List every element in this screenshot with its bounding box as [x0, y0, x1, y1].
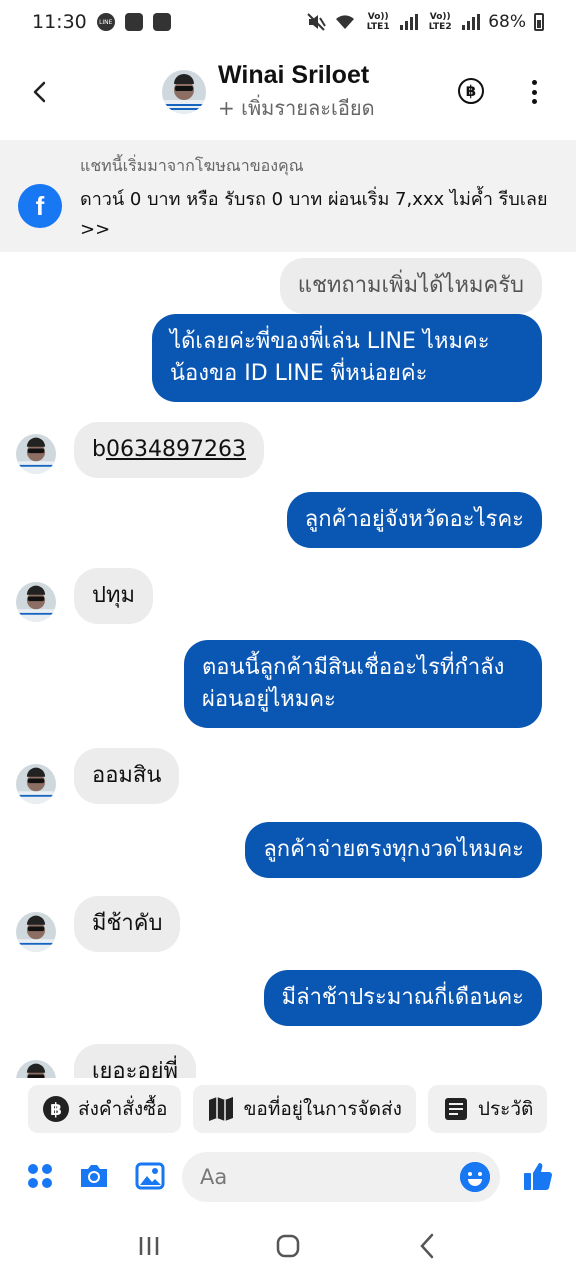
message-text: ตอนนี้ลูกค้ามีสินเชื่ออะไรที่กำลังผ่อนอย…	[202, 655, 505, 712]
more-actions-button[interactable]	[24, 1160, 56, 1192]
sender-avatar[interactable]	[16, 912, 56, 952]
message-text: ลูกค้าจ่ายตรงทุกงวดไหมคะ	[263, 837, 524, 862]
emoji-button[interactable]	[460, 1162, 490, 1192]
add-details-link[interactable]: + เพิ่มรายละเอียด	[218, 92, 375, 124]
message-list[interactable]: แชทถามเพิ่มได้ไหมครับ ได้เลยค่ะพี่ของพี่…	[0, 252, 576, 1078]
message-input[interactable]	[182, 1152, 500, 1202]
line-icon: LINE	[96, 13, 115, 31]
recents-icon	[140, 1237, 159, 1255]
baht-icon: ฿	[42, 1095, 70, 1123]
system-back-button[interactable]	[397, 1222, 457, 1270]
ad-banner-title: แชทนี้เริ่มมาจากโฆษณาของคุณ	[80, 156, 304, 175]
smiley-icon	[460, 1162, 490, 1192]
dot	[531, 80, 537, 85]
message-bubble-incoming[interactable]: มีช้าคับ	[74, 896, 181, 952]
camera-icon	[81, 1165, 107, 1187]
chip-label: ส่งคำสั่งซื้อ	[78, 1098, 168, 1120]
message-text-prefix: b	[92, 437, 106, 462]
message-text: ออมสิน	[92, 763, 162, 788]
phone-number-link[interactable]: 0634897263	[106, 437, 246, 462]
quick-reply-history[interactable]: ประวัติ	[427, 1085, 548, 1133]
sender-avatar[interactable]	[16, 582, 56, 622]
system-nav-bar	[0, 1212, 576, 1280]
message-bubble-outgoing[interactable]: ได้เลยค่ะพี่ของพี่เล่น LINE ไหมคะ น้องขอ…	[152, 314, 542, 402]
quick-reply-shipping-address[interactable]: ขอที่อยู่ในการจัดส่ง	[193, 1085, 416, 1133]
quick-reply-bar[interactable]: ฿ ส่งคำสั่งซื้อ ขอที่อยู่ในการจัดส่ง ประ…	[0, 1078, 576, 1140]
lte1-label: Vo)) LTE1	[366, 12, 390, 32]
document-icon	[442, 1095, 470, 1123]
message-bubble-incoming[interactable]: แชทถามเพิ่มได้ไหมครับ	[279, 258, 542, 314]
thumbs-up-icon	[524, 1163, 552, 1190]
facebook-letter: f	[35, 190, 45, 221]
chip-label: ขอที่อยู่ในการจัดส่ง	[243, 1098, 402, 1120]
ad-banner-body: ดาวน์ 0 บาท หรือ รับรถ 0 บาท ผ่อนเริ่ม 7…	[80, 189, 548, 240]
dot	[531, 99, 537, 104]
message-bubble-incoming[interactable]: ออมสิน	[74, 748, 180, 804]
quick-reply-send-order[interactable]: ฿ ส่งคำสั่งซื้อ	[28, 1085, 182, 1133]
message-bubble-incoming[interactable]: b0634897263	[74, 422, 264, 478]
facebook-icon: f	[18, 184, 62, 228]
more-options-button[interactable]	[522, 78, 546, 106]
ad-source-banner[interactable]: f แชทนี้เริ่มมาจากโฆษณาของคุณ ดาวน์ 0 บา…	[0, 140, 576, 252]
chat-header: Winai Sriloet + เพิ่มรายละเอียด ฿	[0, 44, 576, 140]
home-button[interactable]	[258, 1222, 318, 1270]
image-icon	[135, 1162, 165, 1190]
dot	[531, 89, 537, 95]
message-bubble-outgoing[interactable]: ลูกค้าจ่ายตรงทุกงวดไหมคะ	[245, 822, 542, 878]
home-icon	[276, 1234, 300, 1258]
message-text: มีล่าช้าประมาณกี่เดือนคะ	[281, 985, 524, 1010]
baht-icon: ฿	[465, 82, 477, 100]
message-bubble-outgoing[interactable]: มีล่าช้าประมาณกี่เดือนคะ	[263, 970, 542, 1026]
signal2-icon	[462, 14, 481, 30]
message-text: ได้เลยค่ะพี่ของพี่เล่น LINE ไหมคะ น้องขอ…	[170, 329, 490, 386]
camera-button[interactable]	[78, 1160, 110, 1192]
sender-avatar[interactable]	[16, 764, 56, 804]
status-bar: 11:30 LINE Vo)) LTE1 Vo)) LTE2 68%	[0, 0, 576, 44]
message-text: มีช้าคับ	[92, 911, 163, 936]
svg-text:฿: ฿	[50, 1100, 62, 1120]
payment-button[interactable]: ฿	[458, 78, 484, 104]
sender-avatar[interactable]	[16, 434, 56, 474]
grid-dots-icon	[28, 1164, 52, 1188]
status-time: 11:30	[32, 11, 87, 33]
contact-avatar[interactable]	[162, 70, 206, 114]
back-arrow-icon	[33, 81, 46, 103]
like-button[interactable]	[522, 1160, 554, 1192]
gallery-icon	[124, 13, 143, 31]
back-button[interactable]	[8, 60, 72, 124]
message-bubble-outgoing[interactable]: ตอนนี้ลูกค้ามีสินเชื่ออะไรที่กำลังผ่อนอย…	[184, 640, 542, 728]
message-bubble-incoming[interactable]: ปทุม	[74, 568, 153, 624]
message-bubble-incoming[interactable]: เยอะอยู่พี่	[74, 1044, 197, 1078]
message-bubble-outgoing[interactable]: ลูกค้าอยู่จังหวัดอะไรคะ	[286, 492, 542, 548]
wifi-icon	[336, 15, 355, 29]
message-text: แชทถามเพิ่มได้ไหมครับ	[297, 273, 524, 298]
battery-percent: 68%	[488, 12, 526, 32]
mute-icon	[307, 13, 327, 31]
composer	[0, 1146, 576, 1208]
gallery-button[interactable]	[134, 1160, 166, 1192]
line-badge-text: LINE	[99, 19, 113, 26]
back-chevron-icon	[419, 1233, 433, 1259]
lte2-label: Vo)) LTE2	[428, 12, 452, 32]
clock-icon	[152, 13, 171, 31]
contact-name[interactable]: Winai Sriloet	[218, 61, 375, 90]
sender-avatar[interactable]	[16, 1060, 56, 1078]
message-text: ปทุม	[92, 583, 135, 608]
avatar-image	[162, 70, 206, 114]
battery-icon	[534, 13, 544, 31]
message-text: เยอะอยู่พี่	[92, 1059, 179, 1078]
recent-apps-button[interactable]	[119, 1222, 179, 1270]
chip-label: ประวัติ	[477, 1098, 534, 1120]
message-text: ลูกค้าอยู่จังหวัดอะไรคะ	[304, 507, 524, 532]
map-icon	[207, 1095, 235, 1123]
signal1-icon	[400, 14, 419, 30]
